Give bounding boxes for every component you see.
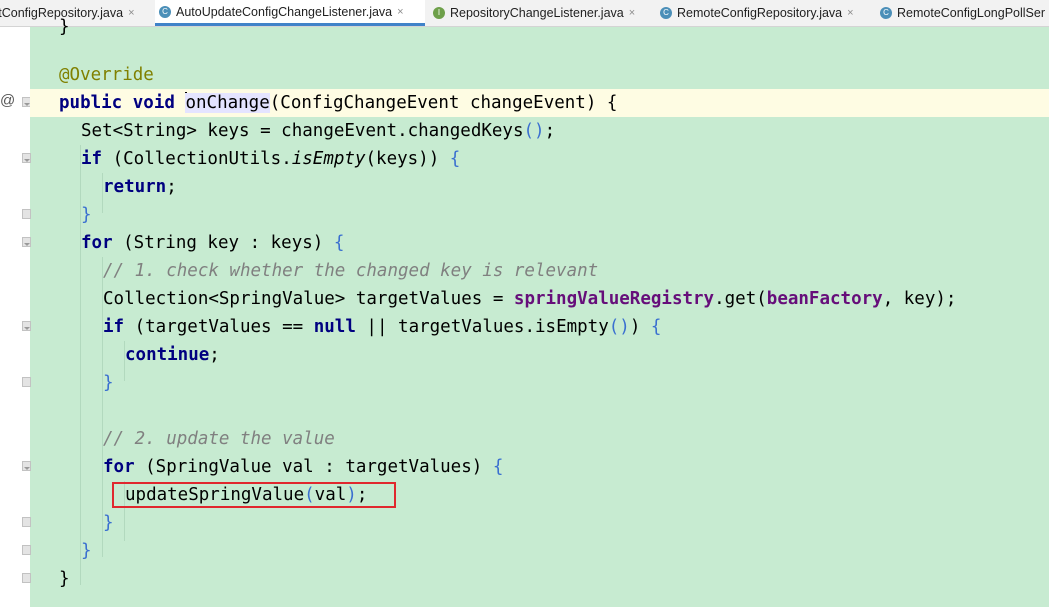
code-line: // 2. update the value xyxy=(103,425,335,453)
close-icon[interactable]: × xyxy=(847,7,853,19)
closing-brace: } xyxy=(59,569,70,589)
code-text: ) xyxy=(629,317,651,337)
bracket: { xyxy=(492,457,504,477)
static-method: isEmpty xyxy=(291,149,366,169)
bracket: } xyxy=(103,373,114,393)
code-text: (CollectionUtils. xyxy=(102,149,292,169)
code-text: (keys)) xyxy=(365,149,450,169)
code-line: for (String key : keys) { xyxy=(81,229,344,257)
close-icon[interactable]: × xyxy=(128,7,134,19)
keyword: if xyxy=(81,149,103,169)
tab-repository-change-listener[interactable]: I RepositoryChangeListener.java × xyxy=(429,0,653,26)
code-text: ; xyxy=(209,345,220,365)
closing-brace: } xyxy=(59,17,70,37)
bracket: { xyxy=(449,149,461,169)
field: beanFactory xyxy=(766,289,883,309)
bracket: } xyxy=(81,205,92,225)
annotation: @Override xyxy=(59,65,154,85)
tab-auto-update-config-change-listener[interactable]: C AutoUpdateConfigChangeListener.java × xyxy=(155,0,425,26)
tab-label: AutoUpdateConfigChangeListener.java xyxy=(176,4,393,19)
keyword: null xyxy=(313,317,356,337)
keyword: if xyxy=(103,317,125,337)
code-text: (targetValues == xyxy=(124,317,314,337)
field: springValueRegistry xyxy=(513,289,715,309)
code-line: if (targetValues == null || targetValues… xyxy=(103,313,661,341)
code-line: if (CollectionUtils.isEmpty(keys)) { xyxy=(81,145,460,173)
code-line: Collection<SpringValue> targetValues = s… xyxy=(103,285,956,313)
code-line: } xyxy=(103,369,114,397)
keyword: for xyxy=(103,457,135,477)
interface-icon: I xyxy=(433,7,445,19)
keyword: return xyxy=(103,177,167,197)
keyword: continue xyxy=(125,345,210,365)
code-text: (SpringValue val : targetValues) xyxy=(134,457,493,477)
code-line: @Override xyxy=(59,61,154,89)
keyword: public xyxy=(59,93,123,113)
tab-remote-config-long-poll-service[interactable]: C RemoteConfigLongPollSer xyxy=(876,0,1049,26)
keyword: for xyxy=(81,233,113,253)
keyword: void xyxy=(132,93,175,113)
code-text: , key); xyxy=(882,289,957,309)
bracket: () xyxy=(523,121,545,141)
code-line: } xyxy=(59,13,70,41)
tab-label: RepositoryChangeListener.java xyxy=(450,6,624,20)
code-line: continue; xyxy=(125,341,220,369)
override-marker-icon[interactable]: @ xyxy=(0,92,15,109)
code-text: Collection<SpringValue> targetValues = xyxy=(103,289,514,309)
bracket: } xyxy=(81,541,92,561)
code-text: ; xyxy=(544,121,556,141)
bracket: { xyxy=(650,317,662,337)
code-line: } xyxy=(103,509,114,537)
code-text: || targetValues.isEmpty xyxy=(355,317,609,337)
method-name: onChange xyxy=(185,93,270,113)
code-text: ; xyxy=(166,177,177,197)
code-line: return; xyxy=(103,173,177,201)
code-text: Set<String> keys = changeEvent.changedKe… xyxy=(81,121,524,141)
close-icon[interactable]: × xyxy=(629,7,635,19)
code-editor[interactable]: } @Override public void onChange(ConfigC… xyxy=(30,17,1049,607)
code-text: (ConfigChangeEvent changeEvent) { xyxy=(269,93,618,113)
bracket: } xyxy=(103,513,114,533)
bracket: { xyxy=(333,233,345,253)
class-icon: C xyxy=(159,5,171,18)
code-line: } xyxy=(81,201,92,229)
tab-remote-config-repository[interactable]: C RemoteConfigRepository.java × xyxy=(656,0,878,26)
highlight-box xyxy=(112,482,396,508)
code-line: } xyxy=(81,537,92,565)
code-line: // 1. check whether the changed key is r… xyxy=(103,257,598,285)
code-comment: // 2. update the value xyxy=(103,429,335,449)
tab-ct-config-repository[interactable]: ctConfigRepository.java × xyxy=(0,0,153,26)
code-text: (String key : keys) xyxy=(112,233,334,253)
tab-label: RemoteConfigLongPollSer xyxy=(897,6,1046,20)
code-line-method-signature: public void onChange(ConfigChangeEvent c… xyxy=(59,89,617,117)
code-line: Set<String> keys = changeEvent.changedKe… xyxy=(81,117,555,145)
code-text: .get( xyxy=(714,289,767,309)
tab-label: RemoteConfigRepository.java xyxy=(677,6,843,20)
class-icon: C xyxy=(660,7,672,19)
code-line: for (SpringValue val : targetValues) { xyxy=(103,453,503,481)
code-line: } xyxy=(59,565,70,593)
editor-tab-bar: ctConfigRepository.java × C AutoUpdateCo… xyxy=(0,0,1049,27)
bracket: () xyxy=(608,317,630,337)
code-comment: // 1. check whether the changed key is r… xyxy=(103,261,599,281)
class-icon: C xyxy=(880,7,892,19)
close-icon[interactable]: × xyxy=(397,6,403,18)
